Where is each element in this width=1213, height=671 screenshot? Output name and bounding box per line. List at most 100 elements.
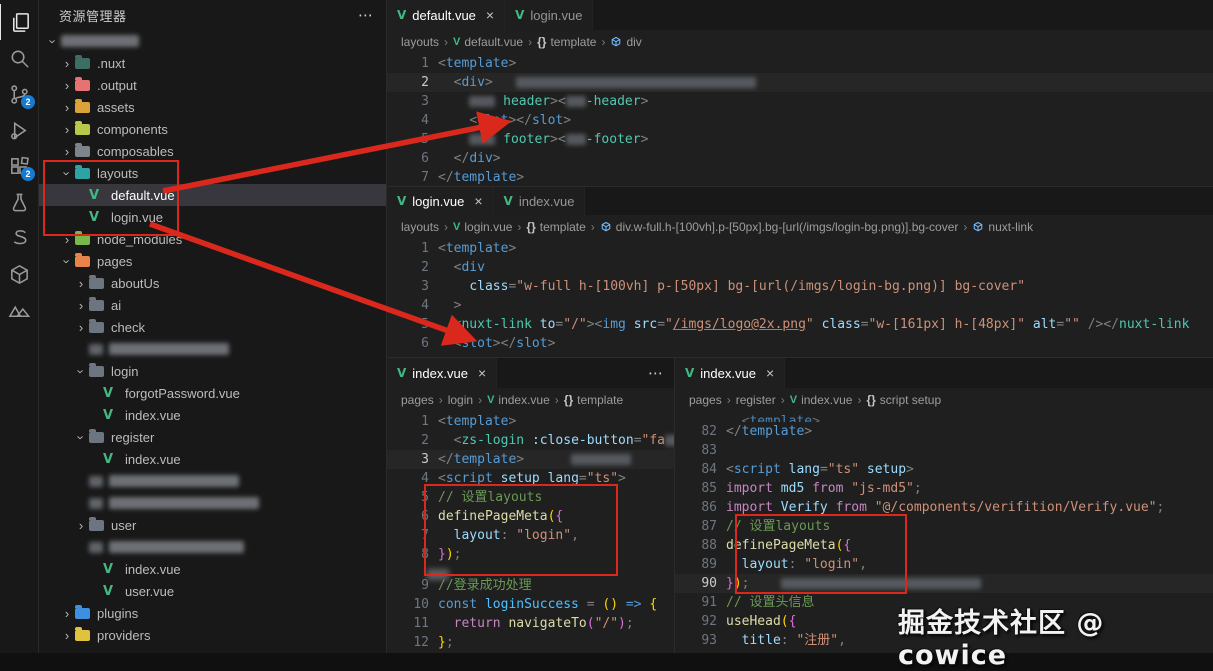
code-editor-pages-login-index[interactable]: 1 <template> 2 <zs-login :close-button="fa… (387, 412, 674, 652)
tree-item-login[interactable]: › login (39, 360, 386, 382)
code-line: 83 (675, 441, 1213, 460)
chevron-down-icon: › (73, 434, 89, 440)
editor-actions-icon[interactable]: ⋯ (648, 358, 664, 388)
tree-item-redacted[interactable]: › (39, 492, 386, 514)
tree-item-redacted[interactable]: › (39, 338, 386, 360)
source-control-icon[interactable]: 2 (0, 76, 38, 112)
tree-item-register[interactable]: › register (39, 426, 386, 448)
close-icon[interactable]: × (478, 365, 486, 381)
tree-item-providers[interactable]: › providers (39, 624, 386, 646)
extension-nuxt-icon[interactable] (0, 292, 38, 328)
tree-item-label: assets (97, 99, 135, 115)
tree-item-node_modules[interactable]: › node_modules (39, 228, 386, 250)
editor-group-layouts-default: Vdefault.vue × Vlogin.vue layouts › Vdefault.… (387, 0, 1213, 186)
redacted-code (469, 134, 496, 145)
code-line: 4 <script setup lang="ts"> (387, 469, 674, 488)
breadcrumb-segment[interactable]: pages (689, 393, 722, 407)
run-debug-icon[interactable] (0, 112, 38, 148)
tab-login-vue[interactable]: Vlogin.vue × (387, 187, 494, 215)
explorer-icon[interactable] (0, 4, 39, 40)
line-content: layout: "login", (453, 528, 579, 543)
tree-item-ai[interactable]: › ai (39, 294, 386, 316)
code-line: 8}); (387, 545, 674, 564)
folder-icon (75, 164, 95, 179)
breadcrumb-segment[interactable]: nuxt-link (988, 220, 1033, 234)
tree-item-user[interactable]: › user (39, 514, 386, 536)
breadcrumb-segment[interactable]: layouts (401, 35, 439, 49)
line-number: 7 (421, 528, 429, 543)
explorer-more-icon[interactable]: ⋯ (358, 6, 374, 24)
breadcrumbs[interactable]: layouts › Vdefault.vue › {} template › div (387, 30, 1213, 54)
tree-item-redacted[interactable]: › (39, 470, 386, 492)
extension-package-icon[interactable] (0, 256, 38, 292)
breadcrumb-separator: › (590, 220, 595, 234)
code-editor-layouts-default[interactable]: 1 <template> 2 <div> 3 header>< -header> 4 <… (387, 54, 1213, 186)
tree-item-composables[interactable]: › composables (39, 140, 386, 162)
breadcrumb-segment[interactable]: layouts (401, 220, 439, 234)
breadcrumbs[interactable]: pages › register › Vindex.vue › {} script setup (675, 388, 1213, 412)
line-content: }); (438, 547, 462, 562)
breadcrumb-segment[interactable]: login (448, 393, 473, 407)
vue-file-icon: V (789, 394, 798, 406)
extensions-icon[interactable]: 2 (0, 148, 38, 184)
tree-item-check[interactable]: › check (39, 316, 386, 338)
breadcrumb-segment[interactable]: login.vue (464, 220, 512, 234)
tree-item-components[interactable]: › components (39, 118, 386, 140)
tree-item-forgotPassword-vue[interactable]: ›VforgotPassword.vue (39, 382, 386, 404)
tree-item-index-vue[interactable]: ›Vindex.vue (39, 558, 386, 580)
tree-item--output[interactable]: › .output (39, 74, 386, 96)
breadcrumb-segment[interactable]: template (540, 220, 586, 234)
search-icon[interactable] (0, 40, 38, 76)
close-icon[interactable]: × (766, 365, 774, 381)
code-line: 87 // 设置layouts (675, 517, 1213, 536)
tab-default-vue[interactable]: Vdefault.vue × (387, 0, 506, 30)
breadcrumb-segment[interactable]: template (550, 35, 596, 49)
line-content: import Verify from "@/components/verifit… (726, 500, 1165, 515)
tree-item-plugins[interactable]: › plugins (39, 602, 386, 624)
code-editor-pages-register-index[interactable]: <template> 82 </template> 83 84 <script lang=… (675, 412, 1213, 653)
breadcrumb-segment[interactable]: index.vue (801, 393, 852, 407)
breadcrumbs[interactable]: layouts › Vlogin.vue › {} template › div.w-full… (387, 215, 1213, 239)
breadcrumb-segment[interactable]: template (577, 393, 623, 407)
breadcrumb-segment[interactable]: div.w-full.h-[100vh].p-[50px].bg-[url(/i… (616, 220, 959, 234)
tree-item-default-vue[interactable]: ›Vdefault.vue (39, 184, 386, 206)
redacted-code (516, 77, 757, 88)
tree-item-user-vue[interactable]: ›Vuser.vue (39, 580, 386, 602)
folder-icon (89, 318, 109, 333)
tree-item-index-vue[interactable]: ›Vindex.vue (39, 448, 386, 470)
code-line: 3 </template> (387, 450, 674, 469)
redacted-icon (89, 497, 109, 509)
breadcrumb-segment[interactable]: script setup (880, 393, 941, 407)
close-icon[interactable]: × (474, 193, 482, 209)
extension-tools-icon[interactable] (0, 184, 38, 220)
extension-s-icon[interactable] (0, 220, 38, 256)
tab-login-vue[interactable]: Vlogin.vue (505, 0, 594, 30)
code-editor-layouts-login[interactable]: 1 <template> 2 <div 3 class="w-full h-[100v… (387, 239, 1213, 353)
line-number: 6 (421, 151, 429, 166)
tree-item-aboutUs[interactable]: › aboutUs (39, 272, 386, 294)
tab-index-vue[interactable]: Vindex.vue (493, 187, 586, 215)
line-number: 1 (421, 56, 429, 71)
blurred-artifact (427, 569, 449, 580)
code-line: 91 // 设置头信息 (675, 593, 1213, 612)
tree-item-layouts[interactable]: › layouts (39, 162, 386, 184)
tree-item-redacted[interactable]: › (39, 30, 386, 52)
tree-item--nuxt[interactable]: › .nuxt (39, 52, 386, 74)
breadcrumb-segment[interactable]: default.vue (464, 35, 523, 49)
tab-index-vue[interactable]: Vindex.vue × (675, 358, 786, 388)
tree-item-pages[interactable]: › pages (39, 250, 386, 272)
tree-item-login-vue[interactable]: ›Vlogin.vue (39, 206, 386, 228)
tree-item-redacted[interactable]: › (39, 536, 386, 558)
tree-item-index-vue[interactable]: ›Vindex.vue (39, 404, 386, 426)
breadcrumb-segment[interactable]: pages (401, 393, 434, 407)
close-icon[interactable]: × (486, 7, 494, 23)
chevron-right-icon: › (78, 297, 84, 313)
breadcrumbs[interactable]: pages › login › Vindex.vue › {} template (387, 388, 674, 412)
redacted-label (61, 35, 139, 47)
line-number: 12 (413, 635, 429, 650)
breadcrumb-segment[interactable]: index.vue (498, 393, 549, 407)
breadcrumb-segment[interactable]: register (736, 393, 776, 407)
breadcrumb-segment[interactable]: div (626, 35, 641, 49)
tab-index-vue[interactable]: Vindex.vue × (387, 358, 498, 388)
tree-item-assets[interactable]: › assets (39, 96, 386, 118)
